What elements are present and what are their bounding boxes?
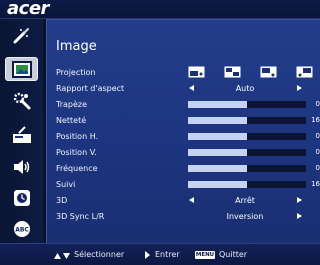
3d-value: Arrêt [235, 196, 255, 205]
right-arrow-hint-icon [145, 251, 150, 259]
sidebar: ABC [0, 19, 43, 243]
slider-fill [188, 117, 247, 124]
row-projection[interactable]: Projection [56, 66, 318, 78]
row-h-position[interactable]: Position H. 0 [56, 131, 320, 142]
left-arrow-icon[interactable] [189, 197, 194, 203]
tracking-slider[interactable] [188, 181, 306, 188]
3d-sync-value: Inversion [226, 212, 264, 221]
projection-front-ceiling-icon[interactable] [260, 66, 277, 78]
frequency-slider[interactable] [188, 165, 306, 172]
projection-label: Projection [56, 68, 96, 77]
quit-hint: Quitter [219, 250, 248, 259]
aspect-ratio-label: Rapport d'aspect [56, 84, 125, 93]
enter-hint: Entrer [155, 250, 180, 259]
row-keystone[interactable]: Trapèze 0 [56, 99, 320, 110]
right-arrow-icon[interactable] [297, 213, 302, 219]
projection-rear-desk-icon[interactable] [224, 66, 241, 78]
slider-fill [188, 133, 247, 140]
keystone-slider[interactable] [188, 101, 306, 108]
sidebar-item-language[interactable]: ABC [5, 217, 38, 241]
row-tracking[interactable]: Suivi 16 [56, 179, 320, 190]
tracking-value: 16 [311, 180, 320, 188]
right-arrow-icon[interactable] [297, 85, 302, 91]
3d-label: 3D [56, 196, 68, 205]
sharpness-label: Netteté [56, 116, 87, 125]
frequency-value: 0 [315, 164, 320, 172]
sidebar-item-timer[interactable] [5, 186, 38, 210]
row-v-position[interactable]: Position V. 0 [56, 147, 320, 158]
slider-fill [188, 149, 247, 156]
row-frequency[interactable]: Fréquence 0 [56, 163, 320, 174]
v-position-slider[interactable] [188, 149, 306, 156]
keystone-value: 0 [315, 100, 320, 108]
row-3d[interactable]: 3D Arrêt [56, 195, 318, 206]
image-icon [11, 60, 32, 78]
row-aspect-ratio[interactable]: Rapport d'aspect Auto [56, 83, 318, 94]
h-position-label: Position H. [56, 132, 99, 141]
sidebar-item-audio[interactable] [5, 155, 38, 179]
select-hint: Sélectionner [74, 250, 125, 259]
acer-logo: acer [7, 0, 49, 19]
v-position-value: 0 [315, 148, 320, 156]
page-title: Image [56, 39, 97, 54]
speaker-icon [13, 160, 29, 174]
color-wand-icon [13, 28, 29, 44]
sidebar-item-color[interactable] [5, 24, 38, 48]
management-icon [12, 126, 31, 143]
menu-key-badge: MENU [195, 251, 215, 259]
3d-sync-label: 3D Sync L/R [56, 212, 105, 221]
aspect-ratio-value: Auto [235, 84, 255, 93]
projection-rear-ceiling-icon[interactable] [296, 66, 313, 78]
sidebar-item-image[interactable] [5, 57, 38, 81]
timer-icon [13, 190, 30, 206]
right-arrow-icon[interactable] [297, 197, 302, 203]
up-down-arrows-icon [54, 253, 70, 259]
projection-options [188, 66, 314, 78]
slider-fill [188, 101, 247, 108]
sidebar-item-management[interactable] [5, 123, 38, 147]
sharpness-value: 16 [311, 116, 320, 124]
image-settings-panel: Image Projection Rapport d'aspect Auto T… [46, 19, 320, 243]
slider-fill [188, 165, 247, 172]
frequency-label: Fréquence [56, 164, 98, 173]
keystone-label: Trapèze [56, 100, 88, 109]
top-bar: acer [0, 0, 320, 19]
sharpness-slider[interactable] [188, 117, 306, 124]
v-position-label: Position V. [56, 148, 97, 157]
svg-text:ABC: ABC [15, 227, 29, 234]
projection-front-desk-icon[interactable] [188, 66, 205, 78]
sidebar-item-settings[interactable] [5, 89, 38, 113]
row-3d-sync[interactable]: 3D Sync L/R Inversion [56, 211, 318, 222]
footer-hints: Sélectionner Entrer MENU Quitter [0, 243, 320, 265]
language-abc-icon: ABC [13, 221, 30, 237]
slider-fill [188, 181, 247, 188]
row-sharpness[interactable]: Netteté 16 [56, 115, 320, 126]
settings-wrench-icon [13, 92, 30, 110]
tracking-label: Suivi [56, 180, 76, 189]
h-position-slider[interactable] [188, 133, 306, 140]
left-arrow-icon[interactable] [189, 85, 194, 91]
h-position-value: 0 [315, 132, 320, 140]
